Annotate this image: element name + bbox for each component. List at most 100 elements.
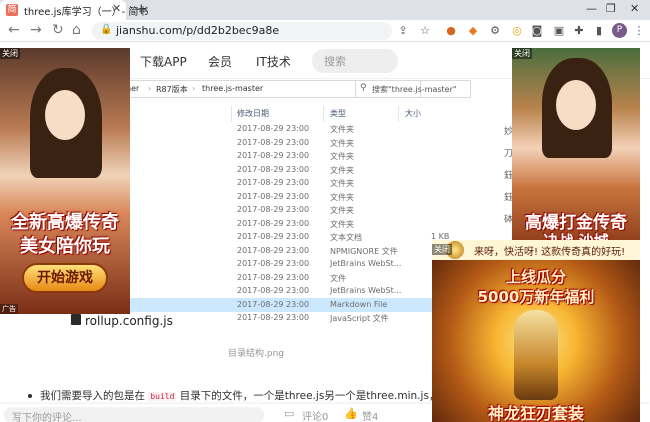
file-date: 2017-08-29 23:00 (237, 218, 310, 228)
ad-warrior-figure (514, 310, 558, 400)
comment-placeholder: 写下你的评论... (12, 413, 82, 422)
nav-it-tech[interactable]: IT技术 (256, 53, 291, 70)
file-type: 文件夹 (330, 179, 354, 188)
url-text[interactable]: jianshu.com/p/dd2b2bec9a8e (116, 24, 279, 37)
column-type: 类型 (330, 109, 346, 118)
ad-banner-text: 来呀，快活呀! 这款传奇真的好玩! (474, 247, 626, 258)
nav-membership[interactable]: 会员 (208, 53, 232, 70)
file-type: NPMIGNORE 文件 (330, 246, 398, 256)
browser-tab[interactable]: 简 three.js库学习（一）- 简书 ✕ (0, 0, 148, 20)
extension-grid-icon[interactable]: ⚙ (488, 24, 502, 38)
ad-label: 广告 (0, 304, 18, 314)
lock-icon[interactable]: 🔒 (100, 24, 112, 35)
file-date: 2017-08-29 23:00 (237, 124, 310, 133)
ad-headline-3: 神龙狂刃套装 (487, 404, 584, 422)
file-row[interactable]: 2017-08-29 23:00 文件夹 (71, 149, 511, 163)
tab-title: three.js库学习（一）- 简书 (24, 7, 149, 18)
file-date: 2017-08-29 23:00 (237, 299, 310, 309)
extension-ring-icon[interactable]: ◎ (510, 24, 524, 38)
like-count[interactable]: 赞4 (362, 408, 378, 422)
share-icon[interactable]: ⇪ (396, 24, 410, 38)
ad-character-face (45, 90, 85, 140)
file-row[interactable]: 2017-08-29 23:00 文件夹 (71, 136, 511, 150)
site-search-input[interactable]: 搜索 (312, 49, 398, 73)
column-separator (398, 106, 399, 122)
ad-headline-1: 全新高爆传奇 (11, 212, 119, 233)
like-icon[interactable]: 👍 (344, 407, 358, 420)
file-type: 文件夹 (330, 219, 354, 229)
right-game-ad[interactable]: 高爆打金传奇 决战 沙城 关闭 (512, 48, 640, 248)
search-placeholder: 搜索 (324, 55, 346, 68)
ad-close-button[interactable]: 关闭 (0, 48, 20, 59)
file-row[interactable]: 2017-08-29 23:00 文件夹 (71, 176, 511, 190)
file-date: 2017-08-29 23:00 (237, 137, 310, 147)
bookmark-star-icon[interactable]: ☆ (418, 24, 432, 38)
ad-close-button[interactable]: 关闭 (512, 48, 532, 59)
start-game-button[interactable]: 开始游戏 (22, 263, 108, 293)
file-type: JetBrains WebSt... (330, 286, 402, 295)
file-date: 2017-08-29 23:00 (237, 178, 310, 187)
sidebar-panel-icon[interactable]: ▮ (592, 24, 606, 38)
file-type: JavaScript 文件 (330, 314, 389, 323)
extension-block-icon[interactable]: ▣ (552, 24, 566, 38)
explorer-search-text: 搜索"three.js-master" (372, 85, 457, 94)
inline-code: build (148, 392, 177, 401)
jianshu-favicon-icon: 简 (6, 4, 18, 16)
file-date: 2017-08-29 23:00 (237, 191, 310, 201)
file-row[interactable]: 2017-08-29 23:00 文件夹 (71, 190, 511, 204)
file-row[interactable]: 2017-08-29 23:00 文件夹 (71, 122, 511, 136)
breadcrumb-separator: › (192, 84, 196, 93)
extension-fox-icon[interactable]: ◆ (466, 24, 480, 38)
minimize-icon[interactable]: — (586, 2, 597, 15)
comment-input[interactable]: 写下你的评论... (4, 407, 264, 422)
home-icon[interactable]: ⌂ (72, 22, 81, 38)
close-window-icon[interactable]: ✕ (630, 2, 639, 15)
new-tab-icon[interactable]: + (135, 0, 148, 18)
file-date: 2017-08-29 23:00 (237, 205, 310, 214)
ad-headline-1: 上线瓜分 (505, 268, 566, 286)
file-date: 2017-08-29 23:00 (237, 313, 310, 322)
article-paragraph: 我们需要导入的包是在 build 目录下的文件，一个是three.js另一个是t… (28, 388, 438, 402)
forward-icon[interactable]: → (30, 22, 42, 38)
ad-headline-2: 5000万新年福利 (477, 288, 595, 306)
paragraph-text-start: 我们需要导入的包是在 (40, 390, 145, 402)
paragraph-text-end: 目录下的文件，一个是three.js另一个是three.min.js，这 (179, 390, 438, 402)
profile-avatar[interactable]: P (612, 23, 627, 38)
reload-icon[interactable]: ↻ (52, 22, 64, 38)
column-date: 修改日期 (237, 109, 269, 118)
nav-download-app[interactable]: 下载APP (140, 53, 187, 70)
file-type: 文件夹 (330, 165, 354, 175)
file-date: 2017-08-29 23:00 (237, 259, 310, 268)
breadcrumb-item: three.js-master (202, 84, 264, 93)
file-type: 文件夹 (330, 125, 354, 134)
explorer-search: ⚲ 搜索"three.js-master" (355, 80, 471, 98)
file-type: 文本文档 (330, 233, 362, 242)
file-type: JetBrains WebSt... (330, 259, 402, 268)
address-bar[interactable]: 🔒 jianshu.com/p/dd2b2bec9a8e (92, 22, 392, 40)
menu-kebab-icon[interactable]: ⋮ (632, 24, 646, 38)
extensions-puzzle-icon[interactable]: ✚ (572, 24, 586, 38)
bottom-game-ad[interactable]: 来呀，快活呀! 这款传奇真的好玩! 上线瓜分 5000万新年福利 神龙狂刃套装 … (432, 240, 640, 422)
comment-icon[interactable]: ▭ (284, 407, 294, 420)
file-type: 文件夹 (330, 192, 354, 202)
ad-close-button[interactable]: 关闭 (432, 244, 452, 255)
close-tab-icon[interactable]: ✕ (112, 2, 121, 15)
ad-headline-2: 美女陪你玩 (20, 236, 110, 257)
file-date: 2017-08-29 23:00 (237, 151, 310, 160)
camera-icon[interactable]: ◙ (530, 24, 544, 38)
left-game-ad[interactable]: 全新高爆传奇 美女陪你玩 开始游戏 关闭 广告 (0, 48, 130, 314)
file-type: 文件夹 (330, 206, 354, 215)
back-icon[interactable]: ← (8, 22, 20, 38)
column-separator (323, 106, 324, 122)
tab-strip: 简 three.js库学习（一）- 简书 ✕ + — ❐ ✕ (0, 0, 650, 20)
breadcrumb-item: R87版本 (156, 85, 188, 94)
explorer-column-header: 修改日期 类型 大小 (71, 106, 511, 122)
file-row[interactable]: 2017-08-29 23:00 文件夹 (71, 217, 511, 231)
breadcrumb-separator: › (148, 84, 152, 93)
comment-count[interactable]: 评论0 (302, 408, 328, 422)
extension-cookie-icon[interactable]: ● (444, 24, 458, 38)
file-row[interactable]: 2017-08-29 23:00 文件夹 (71, 163, 511, 177)
file-row[interactable]: 2017-08-29 23:00 文件夹 (71, 203, 511, 217)
file-type: 文件 (330, 273, 346, 283)
maximize-icon[interactable]: ❐ (606, 2, 616, 15)
